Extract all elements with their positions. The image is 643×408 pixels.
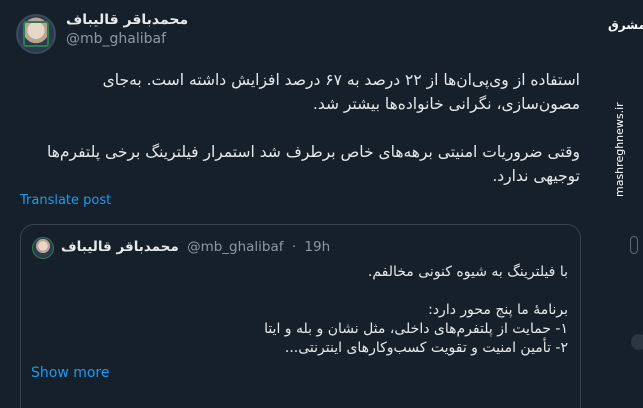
author-name[interactable]: محمدباقر قالیباف [66,12,188,28]
mashregh-logo: مشرق [608,18,643,32]
tweet-text: استفاده از وی‌پی‌ان‌ها از ۲۲ درصد به ۶۷ … [20,68,580,188]
quoted-author-avatar [32,237,54,259]
quoted-text-line: با فیلترینگ به شیوه کنونی مخالفم. [367,264,568,280]
tweet-text-line: وقتی ضروریات امنیتی برهه‌های خاص برطرف ش… [47,143,580,161]
quoted-author-name: محمدباقر قالیباف [61,239,179,255]
watermark-url: mashreghnews.ir [613,102,626,198]
tweet: محمدباقر قالیباف @mb_ghalibaf استفاده از… [0,0,603,408]
quoted-author-handle: @mb_ghalibaf [187,239,284,255]
quoted-text-line: ۲- تأمین امنیت و تقویت کسب‌وکارهای اینتر… [284,340,568,356]
quoted-tweet-text: با فیلترینگ به شیوه کنونی مخالفم. برنامه… [33,263,568,358]
tweet-text-line: استفاده از وی‌پی‌ان‌ها از ۲۲ درصد به ۶۷ … [102,71,580,89]
quoted-text-line: برنامهٔ ما پنج محور دارد: [428,302,568,318]
tweet-text-line: مصون‌سازی، نگرانی خانواده‌ها بیشتر شد. [312,95,580,113]
watermark-sidebar: مشرق mashreghnews.ir [603,0,643,408]
author-handle[interactable]: @mb_ghalibaf [66,31,188,47]
quoted-tweet[interactable]: محمدباقر قالیباف @mb_ghalibaf · 19h با ف… [20,224,581,408]
tweet-text-line: توجیهی ندارد. [492,167,580,185]
author-block: محمدباقر قالیباف @mb_ghalibaf [66,12,188,47]
author-avatar[interactable] [16,14,56,54]
quoted-tweet-header: محمدباقر قالیباف @mb_ghalibaf · 19h [61,239,330,255]
quoted-timestamp: 19h [304,239,331,255]
more-options-icon [631,334,643,350]
translate-post-link[interactable]: Translate post [20,193,111,208]
quoted-separator: · [291,239,297,255]
quoted-text-line: ۱- حمایت از پلتفرم‌های داخلی، مثل نشان و… [264,321,568,337]
show-more-link[interactable]: Show more [31,365,110,381]
scroll-indicator [630,236,638,254]
